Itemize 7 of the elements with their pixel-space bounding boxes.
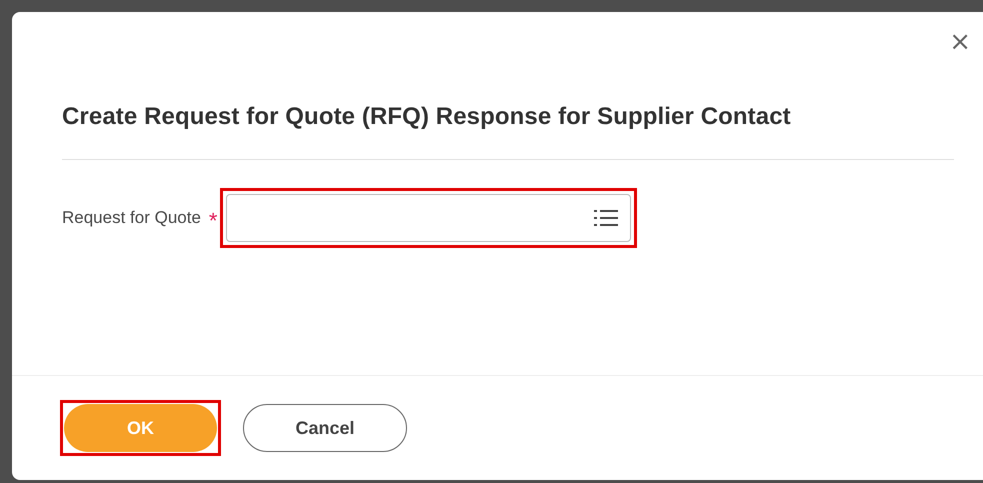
cancel-button[interactable]: Cancel [243, 404, 407, 452]
required-mark: * [208, 210, 218, 232]
dialog-title: Create Request for Quote (RFQ) Response for Supplier Contact [62, 103, 792, 131]
request-for-quote-field[interactable] [226, 194, 632, 242]
field-label: Request for Quote [62, 208, 201, 228]
close-button[interactable]: × [945, 26, 975, 58]
list-icon[interactable] [594, 209, 618, 227]
